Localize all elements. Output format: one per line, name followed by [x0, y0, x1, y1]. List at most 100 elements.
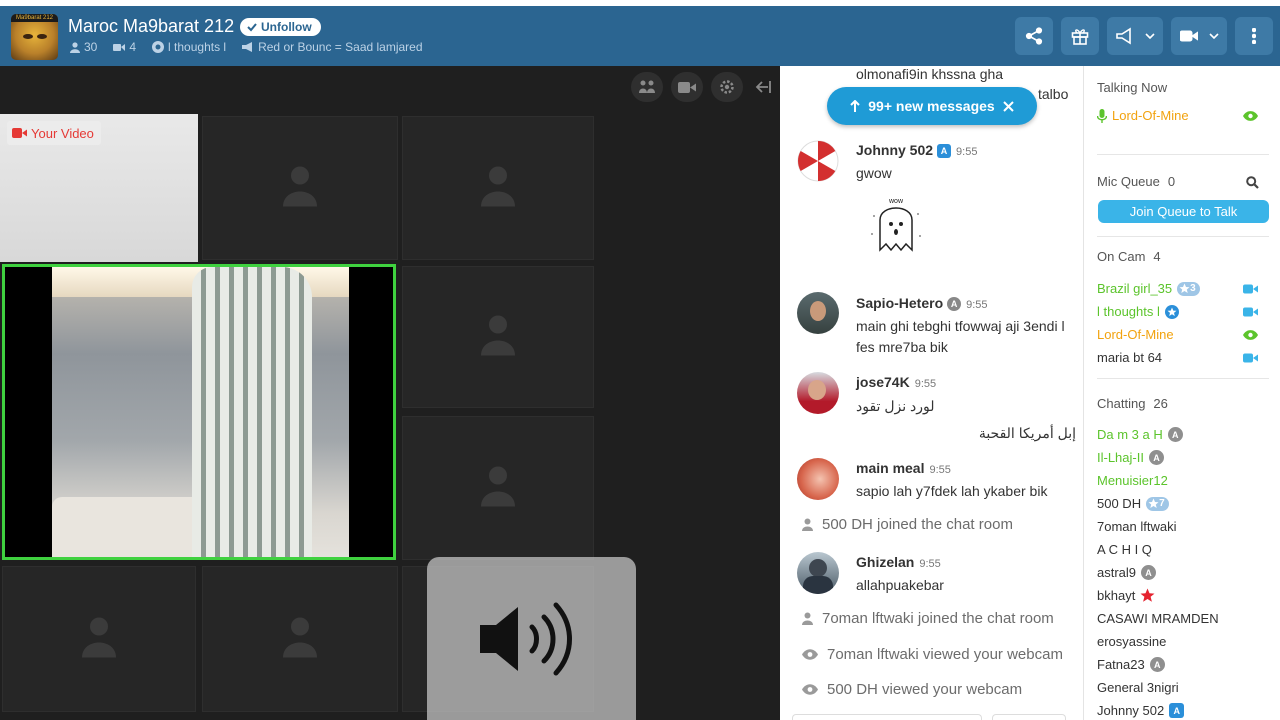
settings-icon	[720, 80, 734, 94]
umbrella-avatar-icon	[797, 140, 839, 182]
camera-toggle-button[interactable]	[671, 72, 703, 102]
microphone-icon	[1097, 108, 1107, 123]
eye-icon	[802, 649, 818, 660]
volume-overlay	[427, 557, 636, 720]
chat-send-edge[interactable]	[992, 714, 1066, 720]
room-title: Maroc Ma9barat 212	[68, 16, 235, 36]
room-topic: Red or Bounc = Saad lamjared	[258, 40, 423, 54]
hide-users-icon	[639, 80, 655, 93]
user-placeholder-icon	[481, 166, 515, 207]
on-cam-user[interactable]: Lord-Of-Mine	[1097, 327, 1269, 342]
chatting-user[interactable]: 7oman lftwaki	[1097, 519, 1176, 534]
user-avatar[interactable]	[797, 458, 839, 500]
camera-button[interactable]	[1171, 17, 1227, 55]
on-cam-user[interactable]: maria bt 64	[1097, 350, 1269, 365]
empty-video-slot[interactable]	[402, 116, 594, 260]
account-badge: A	[1141, 565, 1157, 580]
message-author[interactable]: Sapio-Hetero A 9:55	[856, 295, 988, 311]
on-cam-user[interactable]: l thoughts l	[1097, 304, 1269, 319]
user-icon	[802, 518, 813, 531]
message-text: لورد نزل تقود	[856, 398, 935, 414]
chatting-user[interactable]: 500 DH 7	[1097, 496, 1169, 511]
owner-badge-icon	[1164, 304, 1179, 319]
sticker-text: wow	[888, 198, 904, 205]
chatting-user[interactable]: erosyassine	[1097, 634, 1166, 649]
broadcast-icon	[1116, 27, 1131, 45]
account-badge: A	[1167, 427, 1183, 442]
owner-name[interactable]: l thoughts l	[168, 40, 226, 54]
account-badge: A	[1149, 657, 1165, 672]
chevron-down-icon	[1209, 33, 1219, 39]
join-queue-button[interactable]: Join Queue to Talk	[1098, 200, 1269, 223]
message-time: 9:55	[966, 299, 988, 311]
active-speaker-tile[interactable]	[2, 264, 396, 560]
new-messages-button[interactable]: 99+ new messages	[827, 87, 1037, 125]
chat-input-edge[interactable]	[792, 714, 982, 720]
partial-message-text: talbo	[1038, 86, 1069, 102]
message-author[interactable]: main meal 9:55	[856, 460, 951, 476]
unfollow-button[interactable]: Unfollow	[240, 18, 321, 36]
check-icon	[247, 23, 257, 32]
empty-video-slot[interactable]	[402, 266, 594, 408]
user-avatar[interactable]	[797, 140, 839, 182]
empty-video-slot[interactable]	[202, 116, 398, 260]
empty-video-slot[interactable]	[402, 416, 594, 560]
divider	[1097, 378, 1269, 379]
partial-message-text: olmonafi9in khssna gha	[856, 66, 1004, 82]
message-author[interactable]: jose74K 9:55	[856, 374, 936, 390]
room-avatar-caption: Ma9barat 212	[11, 14, 58, 22]
megaphone-icon	[242, 41, 253, 52]
chatting-user[interactable]: A C H I Q	[1097, 542, 1152, 557]
level-badge: 3	[1177, 281, 1200, 296]
empty-video-slot[interactable]	[2, 566, 196, 712]
eye-icon	[802, 684, 818, 695]
user-avatar[interactable]	[797, 292, 839, 334]
account-badge: A	[947, 297, 962, 311]
owner-icon	[152, 41, 165, 53]
user-icon	[802, 612, 813, 625]
user-placeholder-icon	[481, 466, 515, 507]
gift-button[interactable]	[1061, 17, 1099, 55]
cam-icon	[113, 43, 126, 51]
video-settings-button[interactable]	[711, 72, 743, 102]
mic-queue-heading: Mic Queue 0	[1097, 174, 1176, 189]
more-button[interactable]	[1235, 17, 1273, 55]
chat-panel[interactable]: olmonafi9in khssna gha talbo Johnny 502 A…	[780, 66, 1083, 720]
user-avatar[interactable]	[797, 372, 839, 414]
collapse-button[interactable]	[751, 72, 775, 102]
broadcast-button[interactable]	[1107, 17, 1163, 55]
empty-video-slot[interactable]	[202, 566, 398, 712]
message-time: 9:55	[956, 146, 978, 158]
camera-toggle-icon	[678, 81, 696, 93]
talking-user[interactable]: Lord-Of-Mine	[1097, 108, 1269, 123]
users-count: 30	[84, 40, 98, 54]
user-avatar[interactable]	[797, 552, 839, 594]
cam-icon	[1243, 284, 1258, 293]
on-cam-user[interactable]: Brazil girl_35 3	[1097, 281, 1269, 296]
share-button[interactable]	[1015, 17, 1053, 55]
chatting-user[interactable]: CASAWI MRAMDEN	[1097, 611, 1219, 626]
message-author[interactable]: Johnny 502 A 9:55	[856, 142, 977, 158]
chatting-user[interactable]: Da m 3 a HA	[1097, 427, 1183, 442]
chatting-user[interactable]: Johnny 502 A	[1097, 703, 1185, 718]
unfollow-label: Unfollow	[261, 20, 312, 34]
chatting-user[interactable]: Menuisier12	[1097, 473, 1168, 488]
video-camera-icon	[12, 128, 27, 138]
chatting-user[interactable]: bkhayt	[1097, 588, 1155, 603]
your-video-tile[interactable]: Your Video	[0, 114, 198, 262]
close-icon[interactable]	[1003, 100, 1014, 112]
chatting-user[interactable]: astral9 A	[1097, 565, 1157, 580]
user-placeholder-icon	[481, 315, 515, 356]
chatting-user[interactable]: General 3nigri	[1097, 680, 1179, 695]
chatting-user[interactable]: Il-Lhaj-II A	[1097, 450, 1164, 465]
room-avatar[interactable]: Ma9barat 212	[11, 14, 58, 60]
hide-users-button[interactable]	[631, 72, 663, 102]
chatting-user[interactable]: Fatna23 A	[1097, 657, 1165, 672]
chatting-heading: Chatting 26	[1097, 396, 1168, 411]
ghost-wow-sticker: wow	[871, 198, 921, 252]
star-icon	[1148, 498, 1159, 508]
message-author[interactable]: Ghizelan 9:55	[856, 554, 941, 570]
search-icon[interactable]	[1246, 176, 1259, 189]
mask-eye-right	[37, 34, 47, 39]
video-grid: Your Video	[0, 66, 780, 720]
